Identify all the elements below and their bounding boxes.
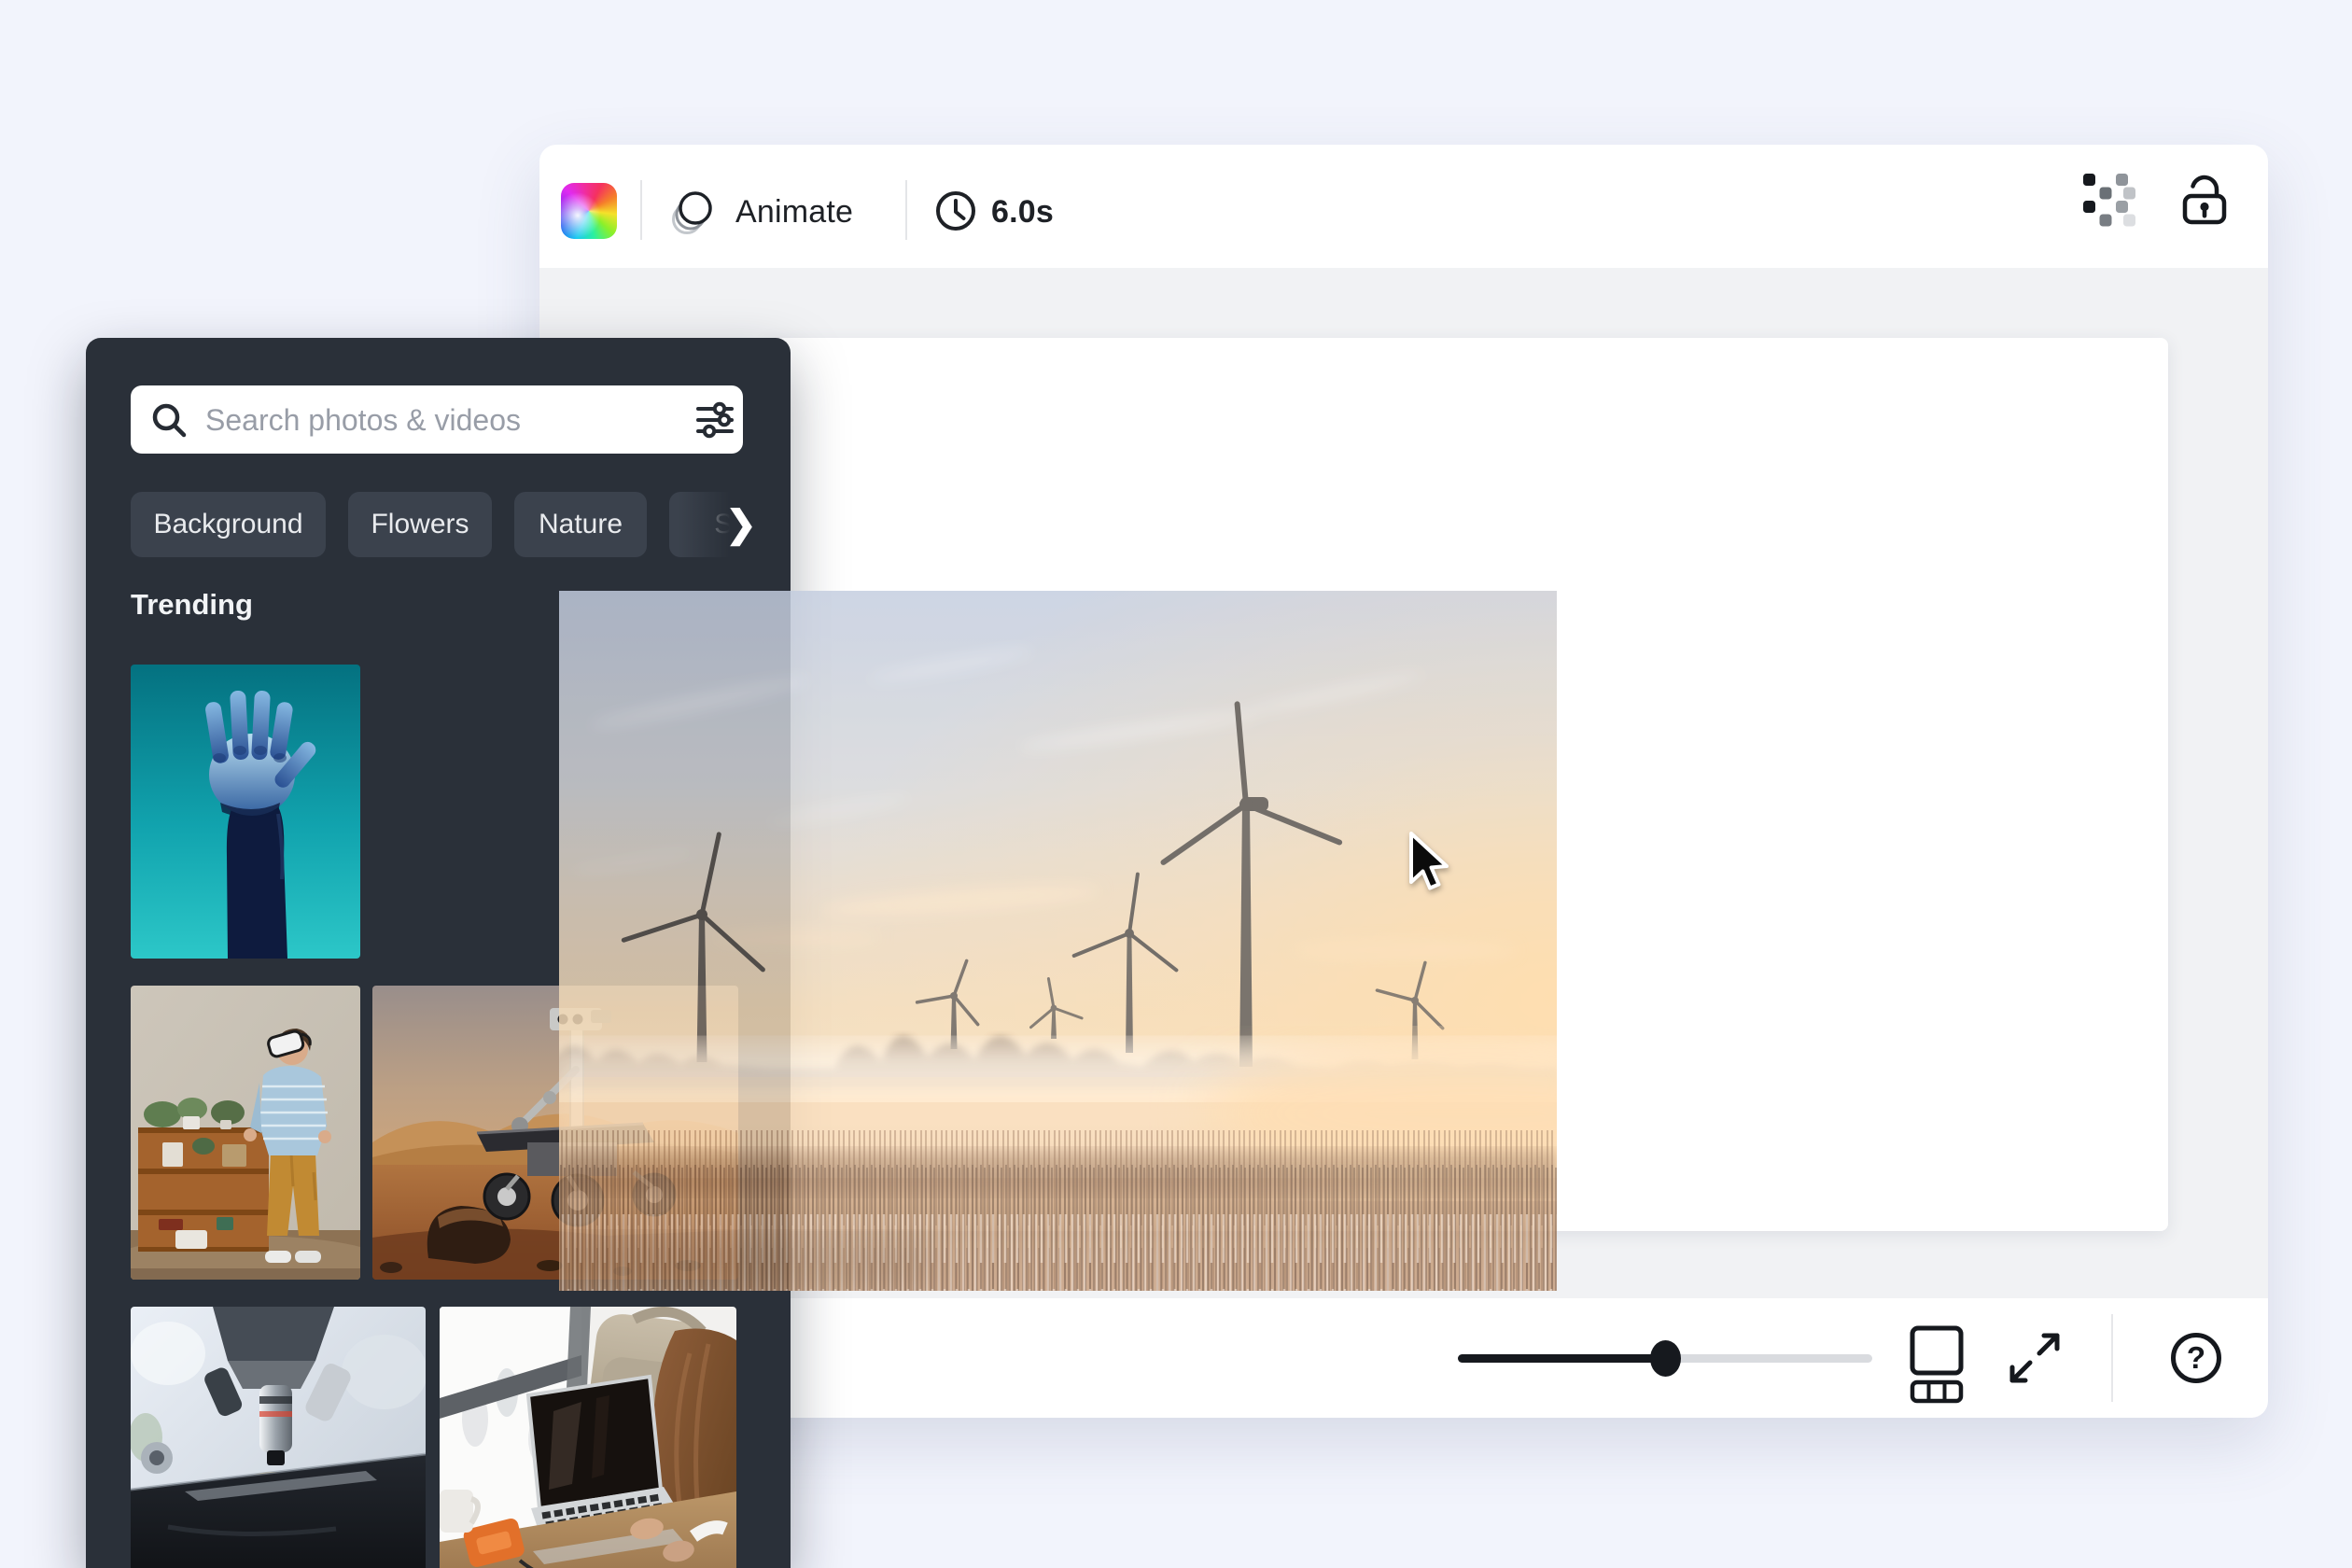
transparency-icon (2083, 174, 2135, 227)
clock-icon (936, 191, 975, 231)
thumbnail-boy-vr[interactable] (131, 986, 360, 1280)
zoom-slider-thumb[interactable] (1650, 1340, 1681, 1377)
animate-icon (672, 191, 712, 234)
wind-turbines-photo (559, 591, 1557, 1291)
lock-button[interactable] (2178, 171, 2231, 227)
animate-label[interactable]: Animate (735, 191, 853, 232)
chip-nature[interactable]: Nature (514, 492, 647, 557)
zoom-slider-fill (1458, 1354, 1669, 1363)
pages-view-icon (1910, 1325, 1964, 1404)
color-gradient-swatch[interactable] (561, 183, 617, 239)
chip-background[interactable]: Background (131, 492, 326, 557)
chip-flowers[interactable]: Flowers (348, 492, 492, 557)
toolbar-divider (640, 180, 642, 240)
thumbnail-woman-laptop[interactable] (440, 1307, 736, 1568)
toolbar-divider (905, 180, 907, 240)
pages-view-button[interactable] (1910, 1325, 1964, 1404)
duration-button[interactable] (933, 189, 978, 233)
thumbnail-microscope[interactable] (131, 1307, 426, 1568)
search-box[interactable] (131, 385, 743, 454)
filter-chips-row: BackgroundFlowersNatureSun (131, 492, 743, 557)
expand-icon (2009, 1333, 2060, 1383)
transparency-button[interactable] (2082, 173, 2136, 227)
duration-label[interactable]: 6.0s (991, 191, 1054, 232)
expand-button[interactable] (2005, 1328, 2065, 1388)
section-title: Trending (131, 588, 253, 621)
chips-scroll-right-chevron[interactable]: ❯ (722, 493, 760, 558)
footer-divider (2111, 1314, 2113, 1402)
dragged-image-wind-turbines[interactable] (559, 591, 1557, 1291)
help-button[interactable]: ? (2171, 1333, 2221, 1383)
unlock-icon (2182, 175, 2227, 225)
animate-button[interactable] (666, 185, 719, 237)
search-input[interactable] (203, 391, 646, 450)
thumbnail-robotic-hand[interactable] (131, 665, 360, 959)
filters-icon[interactable] (696, 401, 734, 439)
search-icon (152, 403, 187, 438)
help-glyph: ? (2186, 1340, 2206, 1375)
